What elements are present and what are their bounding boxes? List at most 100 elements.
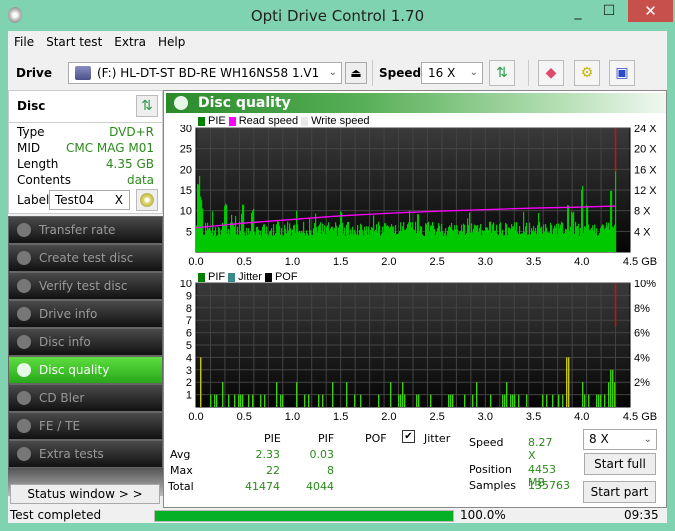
y-tick-label: 20 [180, 164, 192, 176]
x-tick-label: 0.0 [188, 411, 203, 420]
speed-label: Speed [469, 436, 504, 449]
y-tick-label: 1 [186, 390, 192, 402]
pif-bar [608, 382, 610, 407]
x-tick-label: 3.5 [526, 256, 541, 265]
pif-bar [604, 394, 606, 407]
minimize-button[interactable]: _ [565, 4, 591, 26]
erase-button[interactable]: ◆ [538, 60, 564, 86]
menu-file[interactable]: File [8, 35, 40, 49]
settings-button[interactable]: ⚙ [574, 60, 600, 86]
y2-tick-label: 12 X [634, 185, 657, 197]
nav-item-label: Disc quality [39, 363, 110, 377]
save-button[interactable]: ▣ [609, 60, 635, 86]
nav-item-extra-tests[interactable]: Extra tests [8, 440, 163, 468]
type-label: Type [17, 125, 45, 139]
pif-bar [510, 394, 512, 407]
pif-bar [612, 369, 614, 407]
nav-item-label: Drive info [39, 307, 98, 321]
eraser-icon: ◆ [545, 65, 557, 81]
pif-bar [430, 394, 432, 407]
start-full-button[interactable]: Start full [584, 453, 656, 475]
nav-item-cd-bler[interactable]: CD Bler [8, 384, 163, 412]
status-bar: Test completed 100.0% 09:35 [8, 508, 667, 523]
x-tick-label: 3.5 [526, 411, 541, 420]
nav-item-disc-quality[interactable]: Disc quality [8, 356, 163, 384]
disc-icon [17, 279, 31, 293]
pif-bar [452, 394, 454, 407]
y2-tick-label: 8% [634, 303, 650, 315]
x-tick-label: 2.5 [429, 256, 444, 265]
y2-tick-label: 20 X [634, 144, 657, 156]
pif-bar [260, 394, 262, 407]
disc-refresh-button[interactable]: ⇅ [136, 95, 158, 117]
pif-bar [464, 394, 466, 407]
disc-length-row: Length 4.35 GB [17, 157, 154, 171]
pif-bar [234, 394, 236, 407]
pif-bar [514, 394, 516, 407]
divider [9, 122, 162, 123]
pif-bar [448, 394, 450, 407]
cd-icon[interactable] [136, 189, 158, 211]
pif-bar [552, 394, 554, 407]
status-window-button[interactable]: Status window > > [10, 484, 160, 504]
max-pie: 22 [266, 464, 280, 477]
start-part-button[interactable]: Start part [583, 481, 656, 503]
col-pif: PIF [318, 432, 335, 445]
pif-bar [400, 394, 402, 407]
disc-quality-panel: Disc quality PIE Read speed Write speed … [163, 90, 667, 508]
speed-label: Speed [379, 66, 422, 80]
mid-label: MID [17, 141, 41, 155]
x-tick-label: 2.0 [381, 256, 396, 265]
disc-icon [17, 419, 31, 433]
pif-bar [248, 394, 250, 407]
drive-select[interactable]: (F:) HL-DT-ST BD-RE WH16NS58 1.V1 ⌄ [68, 62, 342, 84]
test-speed-select[interactable]: 8 X ⌄ [583, 429, 657, 450]
nav-item-disc-info[interactable]: Disc info [8, 328, 163, 356]
y2-tick-label: 4% [634, 352, 650, 364]
refresh-button[interactable]: ⇅ [489, 60, 515, 86]
type-value: DVD+R [109, 125, 154, 139]
save-icon: ▣ [615, 65, 629, 81]
nav-item-label: FE / TE [39, 419, 81, 433]
maximize-button[interactable]: ☐ [596, 3, 622, 25]
menu-start-test[interactable]: Start test [40, 35, 108, 49]
y2-tick-label: 4 X [634, 226, 651, 238]
menu-bar: File Start test Extra Help [8, 31, 667, 52]
nav-item-label: Disc info [39, 335, 91, 349]
nav-item-verify-test-disc[interactable]: Verify test disc [8, 272, 163, 300]
speed-select[interactable]: 16 X ⌄ [421, 62, 483, 84]
title-bar: Opti Drive Control 1.70 _ ☐ ✕ [0, 0, 675, 31]
y-tick-label: 10 [180, 206, 192, 218]
col-pof: POF [365, 432, 387, 445]
max-pif: 8 [327, 464, 334, 477]
pif-bar [558, 394, 560, 407]
pif-bar [490, 394, 492, 407]
eject-button[interactable]: ⏏ [345, 62, 367, 84]
y-tick-label: 30 [180, 125, 192, 135]
menu-help[interactable]: Help [152, 35, 191, 49]
pif-bar [596, 394, 598, 407]
gear-icon: ⚙ [580, 65, 594, 81]
close-button[interactable]: ✕ [628, 0, 673, 22]
nav-item-fe-te[interactable]: FE / TE [8, 412, 163, 440]
pif-bar [332, 382, 334, 407]
y-tick-label: 2 [186, 377, 192, 389]
x-tick-label: 0.5 [237, 411, 252, 420]
pif-bar [200, 357, 202, 407]
test-speed-value: 8 X [589, 432, 609, 446]
nav-item-drive-info[interactable]: Drive info [8, 300, 163, 328]
pif-bar [512, 394, 514, 407]
mid-value: CMC MAG M01 [65, 141, 154, 155]
nav-item-create-test-disc[interactable]: Create test disc [8, 244, 163, 272]
label-input[interactable]: Test04 X [49, 190, 130, 210]
nav-item-label: Verify test disc [39, 279, 128, 293]
menu-extra[interactable]: Extra [108, 35, 152, 49]
jitter-checkbox[interactable]: ✔ [402, 430, 415, 443]
avg-label: Avg [170, 448, 191, 461]
samples-label: Samples [469, 479, 516, 492]
clear-label-button[interactable]: X [115, 191, 123, 209]
pif-bar [476, 382, 478, 407]
drive-icon [75, 66, 91, 80]
nav-item-transfer-rate[interactable]: Transfer rate [8, 216, 163, 244]
pif-bar [610, 369, 612, 407]
